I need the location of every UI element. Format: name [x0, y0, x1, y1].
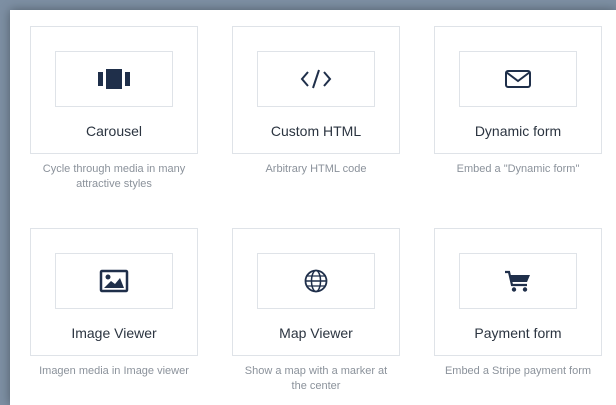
- widget-title: Custom HTML: [270, 123, 362, 139]
- widget-title: Dynamic form: [474, 123, 562, 139]
- widget-icon-box: [55, 253, 173, 309]
- image-icon: [99, 269, 129, 293]
- widget-card-payment-form[interactable]: Payment form: [434, 228, 602, 356]
- widget-picker-panel: Carousel Cycle through media in many att…: [10, 10, 616, 405]
- widget-description: Embed a "Dynamic form": [456, 163, 580, 175]
- widget-tile-map-viewer[interactable]: Map Viewer Show a map with a marker at t…: [232, 228, 400, 394]
- cart-icon: [505, 270, 530, 292]
- widget-tile-image-viewer[interactable]: Image Viewer Imagen media in Image viewe…: [30, 228, 198, 379]
- widget-icon-box: [257, 51, 375, 107]
- widget-card-map-viewer[interactable]: Map Viewer: [232, 228, 400, 356]
- widget-card-dynamic-form[interactable]: Dynamic form: [434, 26, 602, 154]
- widget-icon-box: [55, 51, 173, 107]
- widget-icon-box: [257, 253, 375, 309]
- widget-tile-payment-form[interactable]: Payment form Embed a Stripe payment form: [434, 228, 602, 379]
- widget-card-image-viewer[interactable]: Image Viewer: [30, 228, 198, 356]
- widget-title: Image Viewer: [71, 325, 157, 341]
- widget-description: Imagen media in Image viewer: [39, 365, 189, 377]
- carousel-icon: [98, 69, 130, 89]
- widget-description: Cycle through media in many attractive s…: [42, 163, 186, 190]
- widget-description: Embed a Stripe payment form: [444, 365, 592, 377]
- widget-tile-custom-html[interactable]: Custom HTML Arbitrary HTML code: [232, 26, 400, 177]
- widget-title: Payment form: [474, 325, 562, 341]
- widget-description: Show a map with a marker at the center: [244, 365, 388, 392]
- globe-icon: [304, 269, 328, 293]
- envelope-icon: [505, 70, 531, 88]
- widget-icon-box: [459, 253, 577, 309]
- widget-tile-dynamic-form[interactable]: Dynamic form Embed a "Dynamic form": [434, 26, 602, 177]
- widget-card-custom-html[interactable]: Custom HTML: [232, 26, 400, 154]
- widget-title: Carousel: [85, 123, 143, 139]
- widget-icon-box: [459, 51, 577, 107]
- widget-title: Map Viewer: [279, 325, 353, 341]
- widget-tile-carousel[interactable]: Carousel Cycle through media in many att…: [30, 26, 198, 192]
- code-icon: [300, 69, 332, 89]
- widget-card-carousel[interactable]: Carousel: [30, 26, 198, 154]
- widget-description: Arbitrary HTML code: [265, 163, 367, 175]
